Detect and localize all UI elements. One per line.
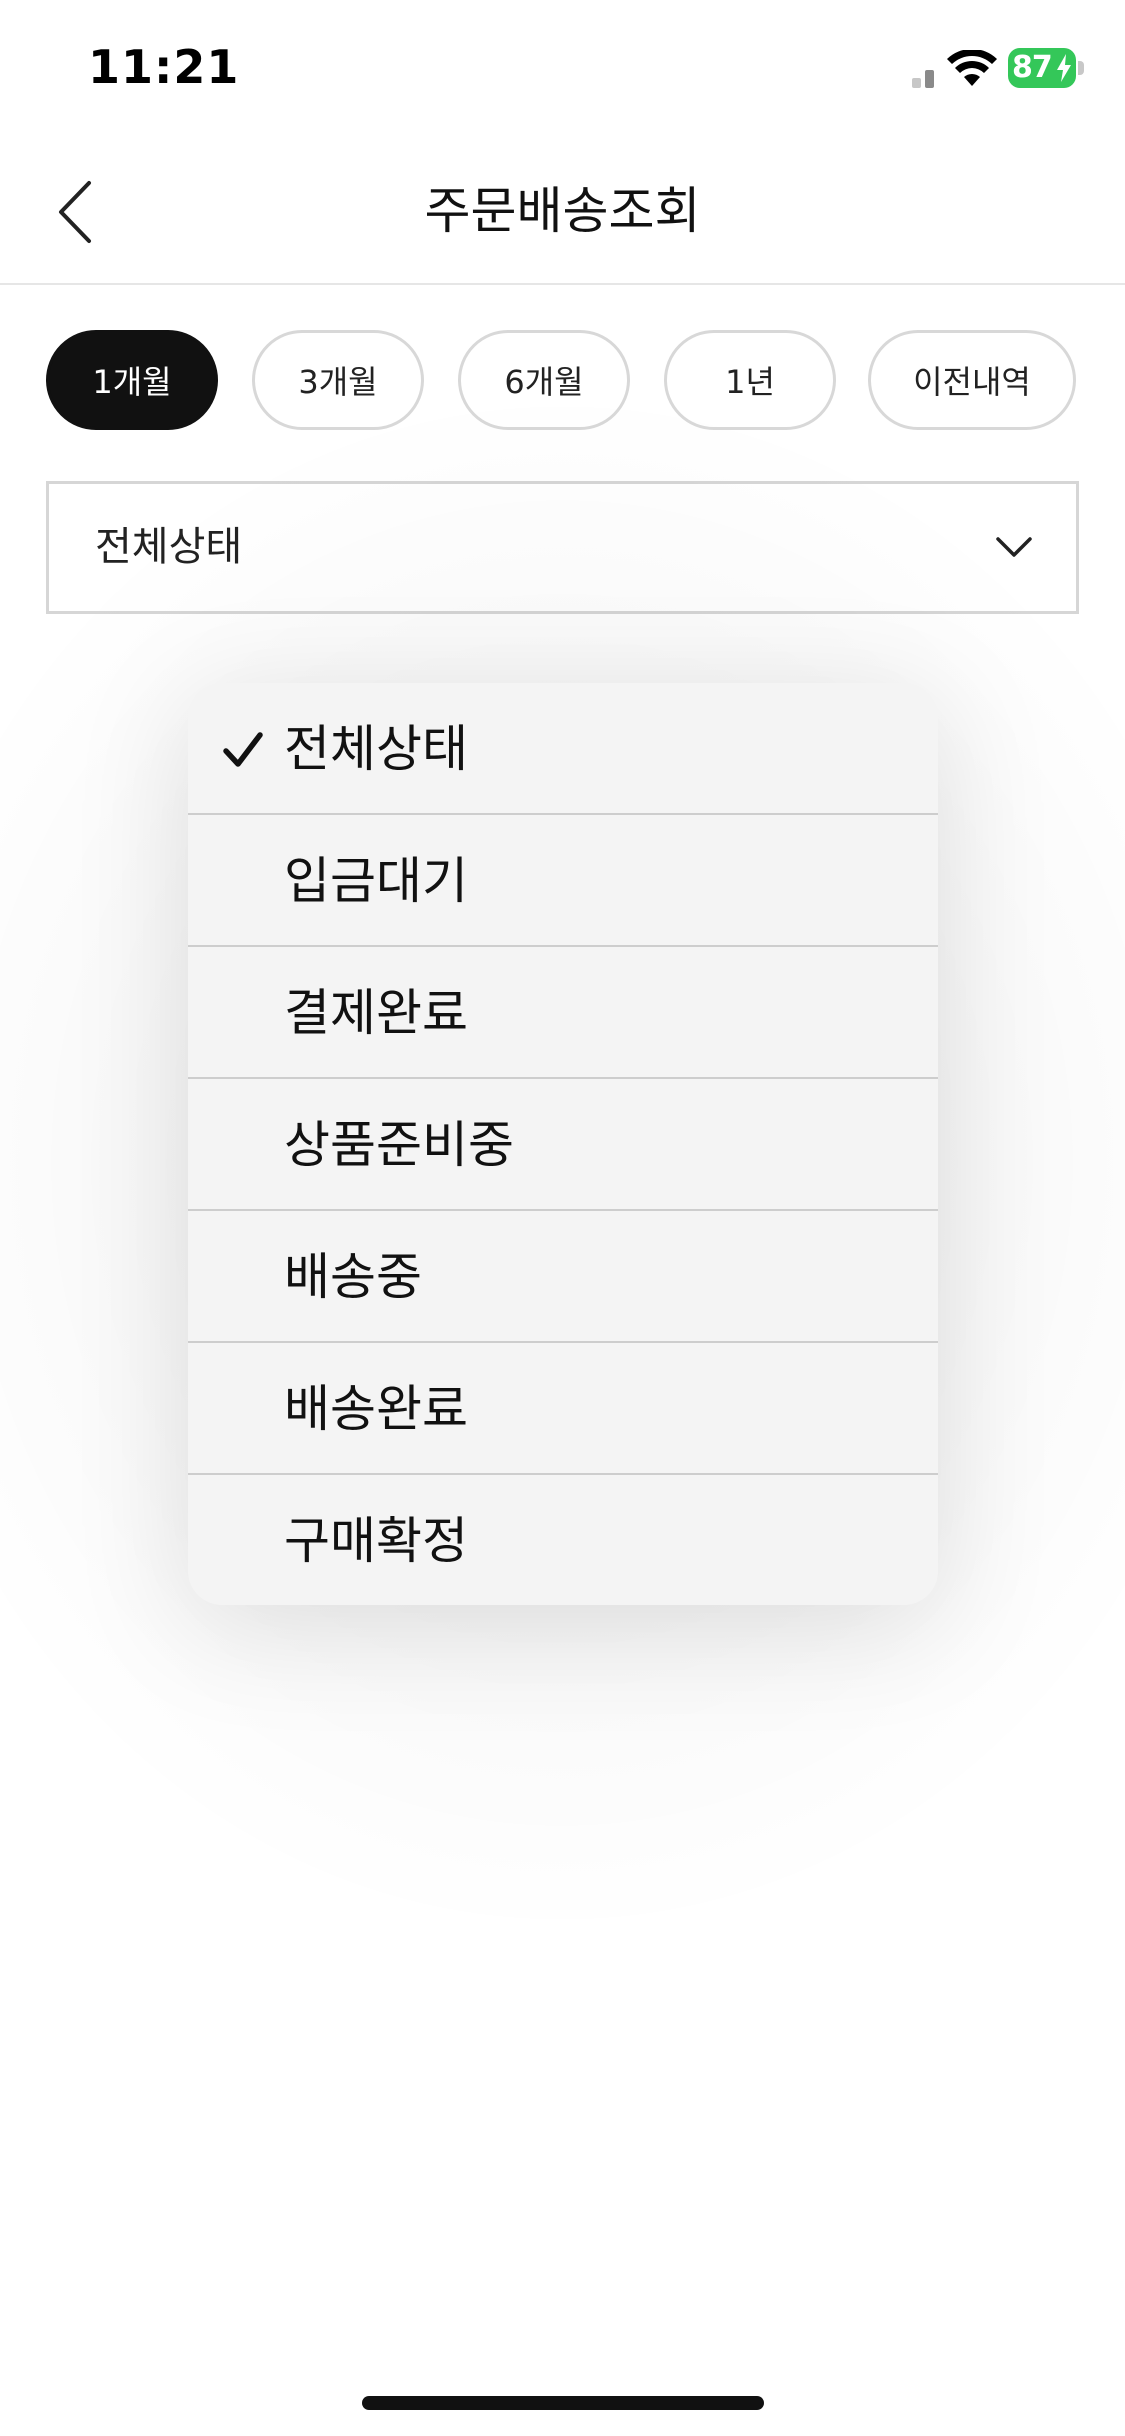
period-chip-label: 3개월 [298,363,378,401]
battery-cap [1078,61,1084,75]
dropdown-option-label: 전체상태 [284,720,468,778]
checkmark-icon [223,732,263,767]
dropdown-option-all-status[interactable]: 전체상태 [188,683,938,815]
cellular-signal-icon [912,70,934,88]
order-status-dropdown: 전체상태 입금대기 결제완료 상품준비중 배송중 배송완료 구매확정 [188,683,938,1605]
period-chip-1-month[interactable]: 1개월 [46,330,218,430]
dropdown-option-label: 배송완료 [284,1380,468,1438]
home-indicator[interactable] [362,2396,764,2410]
period-chip-3-months[interactable]: 3개월 [252,330,424,430]
chevron-down-icon [996,537,1032,557]
status-time: 11:21 [88,40,240,94]
status-bar: 11:21 87 [0,0,1125,140]
dropdown-option-label: 상품준비중 [284,1116,514,1174]
period-chip-previous-history[interactable]: 이전내역 [868,330,1076,430]
dropdown-option-awaiting-payment[interactable]: 입금대기 [188,815,938,947]
dropdown-option-label: 구매확정 [284,1512,468,1570]
back-button[interactable] [40,168,110,256]
dropdown-option-purchase-confirmed[interactable]: 구매확정 [188,1475,938,1605]
dropdown-option-preparing[interactable]: 상품준비중 [188,1079,938,1211]
page-title: 주문배송조회 [424,182,701,240]
battery-indicator: 87 [1008,48,1084,88]
dropdown-option-payment-complete[interactable]: 결제완료 [188,947,938,1079]
dropdown-option-label: 입금대기 [284,852,468,910]
chevron-left-icon [59,181,91,243]
order-status-select[interactable]: 전체상태 [46,481,1079,614]
nav-header: 주문배송조회 [0,140,1125,285]
battery-level: 87 [1012,50,1053,85]
period-chip-1-year[interactable]: 1년 [664,330,836,430]
dropdown-option-label: 배송중 [284,1248,422,1306]
period-chip-6-months[interactable]: 6개월 [458,330,630,430]
dropdown-option-delivered[interactable]: 배송완료 [188,1343,938,1475]
period-chip-label: 이전내역 [913,363,1031,401]
order-status-select-value: 전체상태 [95,524,243,570]
dropdown-option-label: 결제완료 [284,984,468,1042]
wifi-icon [947,50,997,86]
period-chip-label: 6개월 [504,363,584,401]
period-filter: 1개월 3개월 6개월 1년 이전내역 [46,330,1076,434]
charging-bolt-icon [1057,54,1071,82]
period-chip-label: 1년 [725,363,775,401]
dropdown-option-shipping[interactable]: 배송중 [188,1211,938,1343]
period-chip-label: 1개월 [92,363,172,401]
